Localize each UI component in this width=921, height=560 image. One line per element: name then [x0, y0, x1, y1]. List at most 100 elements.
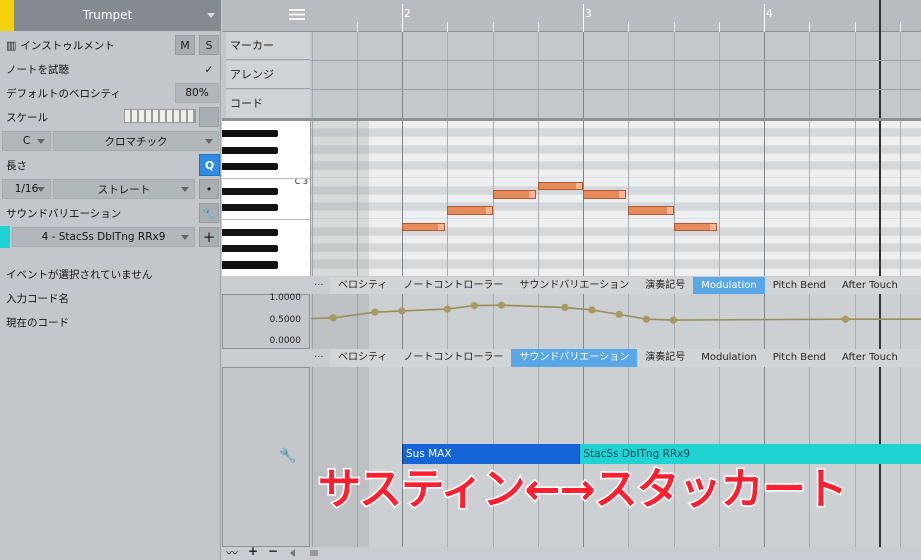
- scale-label: スケール: [6, 111, 48, 124]
- midi-note[interactable]: [673, 222, 717, 232]
- controller-tab[interactable]: Modulation: [693, 277, 765, 295]
- piano-black-key[interactable]: [222, 245, 278, 253]
- controller-tab[interactable]: After Touch: [834, 277, 906, 295]
- piano-black-key[interactable]: [222, 228, 278, 236]
- controller-tab[interactable]: Pitch Bend: [765, 277, 834, 295]
- variation-color-swatch: [0, 226, 10, 248]
- midi-note[interactable]: [492, 189, 536, 199]
- controller-tab[interactable]: Modulation: [693, 349, 765, 367]
- midi-note[interactable]: [402, 222, 446, 232]
- controller-tab[interactable]: Pitch Bend: [765, 349, 834, 367]
- midi-note[interactable]: [583, 189, 627, 199]
- scroll-left-icon[interactable]: [290, 549, 295, 557]
- variation-select[interactable]: 4 - StacSs DblTng RRx9: [12, 227, 195, 247]
- length-label: 長さ: [6, 159, 27, 172]
- sound-variation-event[interactable]: StacSs DblTng RRx9: [579, 444, 921, 464]
- track-header[interactable]: Trumpet: [0, 0, 221, 31]
- default-velocity-field[interactable]: 80%: [175, 83, 219, 103]
- wrench-icon[interactable]: 🔧: [199, 203, 219, 223]
- track-dropdown-icon[interactable]: [207, 13, 215, 18]
- controller-tab[interactable]: 演奏記号: [637, 277, 693, 295]
- grid-line: [402, 121, 403, 276]
- grid-line: [447, 32, 448, 118]
- bottom-tab-more[interactable]: ...: [314, 349, 324, 360]
- controller-tab[interactable]: ベロシティ: [330, 349, 395, 367]
- midi-note[interactable]: [628, 206, 674, 215]
- scale-select[interactable]: クロマチック: [53, 131, 219, 151]
- audition-checkbox[interactable]: ✓: [199, 59, 219, 79]
- midi-note[interactable]: [537, 181, 583, 191]
- keyboard-icon: ▥: [6, 38, 17, 52]
- arrange-lane-label[interactable]: アレンジ: [226, 61, 310, 89]
- sound-variation-lane[interactable]: Sus MAX StacSs DblTng RRx9: [311, 367, 921, 547]
- add-variation-button[interactable]: +: [199, 227, 219, 247]
- list-menu-icon[interactable]: [289, 9, 305, 22]
- modulation-point[interactable]: [642, 315, 650, 323]
- sound-variation-event[interactable]: Sus MAX: [402, 444, 580, 464]
- modulation-point[interactable]: [669, 316, 678, 324]
- ruler-bar-tick: [402, 4, 403, 32]
- input-chord-row: 入力コード名: [0, 286, 221, 310]
- modulation-lane[interactable]: [311, 294, 921, 349]
- track-color-swatch: [0, 0, 14, 31]
- grid-line: [855, 32, 856, 118]
- ruler-bar-tick: [764, 4, 765, 32]
- piano-white-key-border: [222, 219, 310, 221]
- sound-variation-label: サウンドバリエーション: [6, 207, 122, 220]
- controller-tab[interactable]: ノートコントローラー: [395, 277, 511, 295]
- variation-value: 4 - StacSs DblTng RRx9: [41, 231, 166, 243]
- piano-black-key[interactable]: [222, 187, 278, 195]
- modulation-point[interactable]: [561, 303, 569, 311]
- modulation-point[interactable]: [841, 315, 850, 323]
- modulation-point[interactable]: [443, 305, 451, 313]
- modulation-point[interactable]: [329, 314, 337, 322]
- controller-tab[interactable]: 演奏記号: [637, 349, 693, 367]
- modulation-point[interactable]: [398, 307, 406, 315]
- grid-line: [538, 32, 539, 118]
- remove-lane-button[interactable]: −: [268, 544, 278, 558]
- controller-tab[interactable]: ベロシティ: [330, 277, 395, 295]
- controller-tab[interactable]: ノートコントローラー: [395, 349, 511, 367]
- add-lane-button[interactable]: +: [248, 544, 258, 558]
- mute-button[interactable]: M: [175, 35, 195, 55]
- scale-mini-keyboard[interactable]: [124, 109, 196, 123]
- solo-button[interactable]: S: [199, 35, 219, 55]
- marker-lane-label[interactable]: マーカー: [226, 32, 310, 60]
- controller-tab[interactable]: After Touch: [834, 349, 906, 367]
- quantize-select[interactable]: 1/16: [2, 179, 51, 199]
- wrench-icon[interactable]: 🔧: [279, 448, 296, 464]
- modulation-point[interactable]: [588, 306, 596, 314]
- modulation-point[interactable]: [470, 302, 478, 310]
- audition-label: ノートを試聴: [6, 63, 69, 76]
- piano-black-key[interactable]: [222, 261, 278, 269]
- midi-note[interactable]: [447, 206, 493, 215]
- modulation-point[interactable]: [371, 308, 379, 316]
- key-select[interactable]: C: [2, 131, 51, 151]
- ruler-corner: [222, 0, 311, 32]
- piano-black-key[interactable]: [222, 146, 278, 154]
- ruler-beat-tick: [854, 22, 856, 32]
- controller-tab[interactable]: サウンドバリエーション: [511, 277, 637, 295]
- piano-keyboard[interactable]: C 3: [222, 121, 311, 276]
- timeline-ruler[interactable]: 2 3 4: [311, 0, 921, 32]
- scale-toggle-button[interactable]: [199, 107, 219, 127]
- modulation-point[interactable]: [497, 301, 506, 309]
- grid-line: [312, 32, 313, 118]
- quantize-q-button[interactable]: Q: [199, 154, 220, 176]
- track-name[interactable]: Trumpet: [14, 0, 201, 31]
- chord-lane-label[interactable]: コード: [226, 90, 310, 118]
- straight-select[interactable]: ストレート: [53, 179, 195, 199]
- top-tab-more[interactable]: ...: [314, 277, 324, 288]
- track-lanes-grid[interactable]: [311, 32, 921, 118]
- controller-tab[interactable]: サウンドバリエーション: [511, 349, 638, 367]
- dot-button[interactable]: •: [199, 179, 219, 199]
- piano-black-key[interactable]: [222, 163, 278, 171]
- piano-black-key[interactable]: [222, 204, 278, 212]
- curve-tool-icon[interactable]: 〰: [226, 544, 238, 560]
- modulation-point[interactable]: [615, 310, 623, 318]
- piano-roll-grid[interactable]: [311, 121, 921, 276]
- straight-dropdown-icon: [181, 187, 189, 192]
- modulation-curve[interactable]: [311, 294, 921, 349]
- piano-black-key[interactable]: [222, 130, 278, 138]
- scroll-thumb[interactable]: [310, 550, 318, 556]
